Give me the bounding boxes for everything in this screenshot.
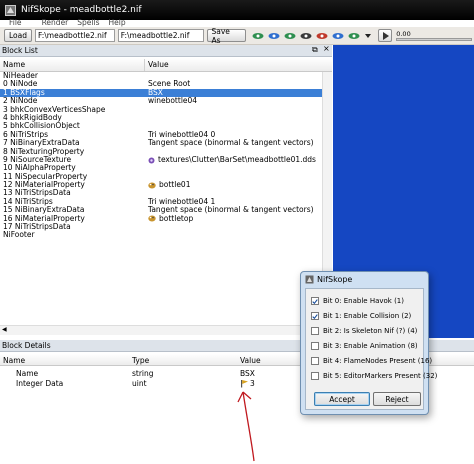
block-list-row[interactable]: NiFooter: [0, 230, 322, 240]
block-value: winebottle04: [148, 96, 198, 106]
palette-icon: [148, 215, 156, 222]
column-value[interactable]: Value: [148, 60, 169, 69]
view-menu-chevron-icon[interactable]: [364, 31, 372, 41]
scroll-left-arrow-icon[interactable]: ◀: [2, 326, 7, 333]
view-front-icon[interactable]: [252, 31, 264, 41]
block-list: NiHeader 0 NiNode Scene Root 1 BSXFlags BSX 2…: [0, 72, 322, 325]
block-list-title: Block List: [2, 46, 38, 55]
block-name: NiFooter: [3, 230, 35, 240]
checkbox-unchecked[interactable]: [311, 342, 319, 350]
dialog-body: Accept Reject Bit 0: Enable Havok (1) Bit…: [305, 288, 437, 410]
details-row-value: 3: [250, 379, 255, 388]
checkbox-checked[interactable]: [311, 297, 319, 305]
load-path-input[interactable]: F:\meadbottle2.nif: [35, 29, 115, 42]
block-value-cell: winebottle04: [148, 96, 198, 106]
flag-option-label: Bit 4: FlameNodes Present (16): [323, 357, 433, 365]
view-user-icon[interactable]: [300, 31, 312, 41]
time-slider[interactable]: 0.00: [396, 29, 474, 41]
view-flip-icon[interactable]: [332, 31, 344, 41]
view-icons-group: [252, 31, 372, 41]
flag-option-label: Bit 3: Enable Animation (8): [323, 342, 418, 350]
menu-render[interactable]: Render: [42, 18, 69, 27]
flag-option[interactable]: Bit 0: Enable Havok (1): [311, 296, 404, 306]
view-perspective-icon[interactable]: [348, 31, 360, 41]
menu-file[interactable]: File: [9, 18, 22, 27]
load-button[interactable]: Load: [4, 29, 32, 42]
texture-icon: [148, 157, 155, 164]
block-value: bottletop: [159, 213, 194, 223]
menu-bar: File Render Spells Help: [0, 17, 474, 27]
block-value-cell: bottle01: [148, 180, 191, 190]
checkbox-unchecked[interactable]: [311, 372, 319, 380]
time-slider-track: [396, 37, 473, 41]
dock-float-icon[interactable]: ⧉: [312, 45, 318, 55]
flag-option-label: Bit 5: EditorMarkers Present (32): [323, 372, 438, 380]
flag-option-label: Bit 2: Is Skeleton Nif (?) (4): [323, 327, 418, 335]
toolbar: Load F:\meadbottle2.nif F:\meadbottle2.n…: [0, 27, 474, 45]
accept-button[interactable]: Accept: [314, 392, 370, 406]
flag-option-label: Bit 1: Enable Collision (2): [323, 312, 412, 320]
details-row-name: Integer Data: [16, 379, 64, 388]
details-row-type: uint: [132, 379, 147, 388]
checkbox-checked[interactable]: [311, 312, 319, 320]
checkbox-unchecked[interactable]: [311, 357, 319, 365]
block-details-title: Block Details: [2, 341, 51, 350]
column-name[interactable]: Name: [3, 60, 25, 69]
checkbox-unchecked[interactable]: [311, 327, 319, 335]
flag-option[interactable]: Bit 4: FlameNodes Present (16): [311, 356, 432, 366]
details-column-type[interactable]: Type: [132, 356, 149, 365]
palette-icon: [148, 182, 156, 189]
block-value: bottle01: [159, 180, 191, 190]
block-value: Tangent space (binormal & tangent vector…: [148, 138, 314, 148]
flag-option[interactable]: Bit 3: Enable Animation (8): [311, 341, 418, 351]
block-value-cell: bottletop: [148, 213, 194, 223]
block-list-row[interactable]: 17 NiTriStripsData: [0, 222, 322, 231]
bsx-flags-dialog: NifSkope Accept Reject Bit 0: Enable Hav…: [300, 271, 437, 415]
dialog-title-bar: NifSkope: [301, 272, 428, 287]
view-top-icon[interactable]: [268, 31, 280, 41]
dialog-title: NifSkope: [317, 275, 353, 284]
play-button[interactable]: [378, 29, 393, 42]
details-row-type: string: [132, 369, 154, 378]
menu-help[interactable]: Help: [108, 18, 125, 27]
flag-option[interactable]: Bit 1: Enable Collision (2): [311, 311, 411, 321]
dialog-app-icon: [305, 275, 314, 284]
flag-option-label: Bit 0: Enable Havok (1): [323, 297, 404, 305]
time-value: 0.00: [396, 29, 411, 38]
block-value-cell: Tangent space (binormal & tangent vector…: [148, 138, 314, 148]
flag-option[interactable]: Bit 5: EditorMarkers Present (32): [311, 371, 437, 381]
column-divider: [144, 59, 145, 71]
block-list-dock-title: Block List ⧉ ×: [0, 44, 332, 57]
save-path-input[interactable]: F:\meadbottle2.nif: [117, 29, 204, 42]
save-as-button[interactable]: Save As: [206, 27, 247, 45]
nifskope-app-icon: [4, 4, 16, 16]
block-value-cell: textures\Clutter\BarSet\meadbottle01.dds: [148, 154, 316, 164]
flag-option[interactable]: Bit 2: Is Skeleton Nif (?) (4): [311, 326, 417, 336]
details-column-value[interactable]: Value: [240, 356, 261, 365]
view-side-icon[interactable]: [284, 31, 296, 41]
view-walk-icon[interactable]: [316, 31, 328, 41]
block-value: textures\Clutter\BarSet\meadbottle01.dds: [158, 154, 316, 164]
details-row-name: Name: [16, 369, 39, 378]
details-column-name[interactable]: Name: [3, 356, 25, 365]
block-list-header: Name Value: [0, 58, 332, 72]
reject-button[interactable]: Reject: [373, 392, 421, 406]
dock-close-icon[interactable]: ×: [323, 44, 330, 53]
details-row-value: BSX: [240, 369, 255, 378]
menu-spells[interactable]: Spells: [77, 18, 99, 27]
window-title: NifSkope - meadbottle2.nif: [21, 5, 142, 15]
annotation-arrow: [237, 391, 255, 462]
play-icon: [382, 31, 389, 40]
block-list-horizontal-scrollbar[interactable]: ◀ ▶: [0, 325, 332, 335]
